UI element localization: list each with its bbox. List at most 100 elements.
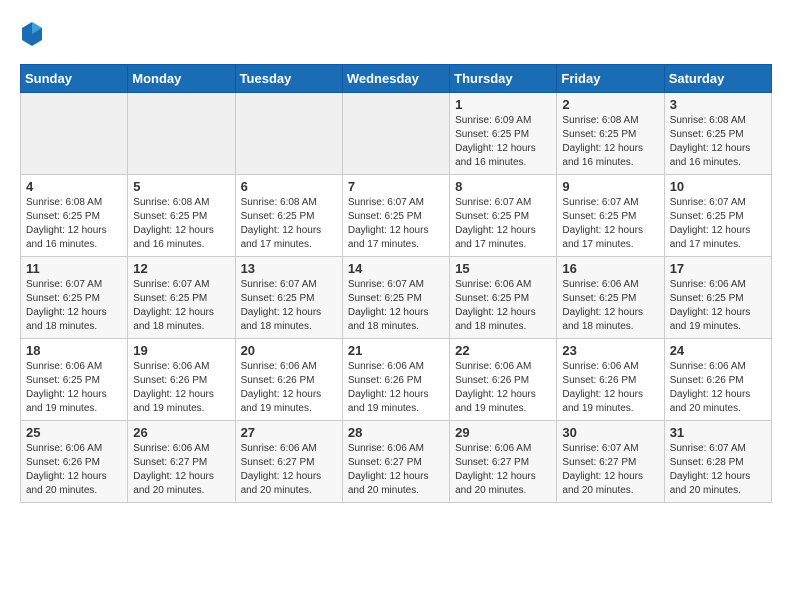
cell-info: Sunrise: 6:07 AM Sunset: 6:27 PM Dayligh…	[562, 442, 658, 498]
calendar-cell: 27 Sunrise: 6:06 AM Sunset: 6:27 PM Dayli…	[235, 421, 342, 503]
cell-info: Sunrise: 6:06 AM Sunset: 6:25 PM Dayligh…	[562, 278, 658, 334]
cell-info: Sunrise: 6:07 AM Sunset: 6:25 PM Dayligh…	[26, 278, 122, 334]
cell-info: Sunrise: 6:08 AM Sunset: 6:25 PM Dayligh…	[133, 196, 229, 252]
calendar-cell: 3 Sunrise: 6:08 AM Sunset: 6:25 PM Daylig…	[664, 93, 771, 175]
day-number: 19	[133, 343, 229, 358]
calendar-cell: 28 Sunrise: 6:06 AM Sunset: 6:27 PM Dayli…	[342, 421, 449, 503]
day-number: 9	[562, 179, 658, 194]
cell-info: Sunrise: 6:08 AM Sunset: 6:25 PM Dayligh…	[562, 114, 658, 170]
day-number: 8	[455, 179, 551, 194]
day-number: 21	[348, 343, 444, 358]
calendar-cell: 17 Sunrise: 6:06 AM Sunset: 6:25 PM Dayli…	[664, 257, 771, 339]
cell-info: Sunrise: 6:06 AM Sunset: 6:27 PM Dayligh…	[241, 442, 337, 498]
cell-info: Sunrise: 6:06 AM Sunset: 6:26 PM Dayligh…	[26, 442, 122, 498]
calendar-cell: 7 Sunrise: 6:07 AM Sunset: 6:25 PM Daylig…	[342, 175, 449, 257]
calendar-cell: 12 Sunrise: 6:07 AM Sunset: 6:25 PM Dayli…	[128, 257, 235, 339]
cell-info: Sunrise: 6:07 AM Sunset: 6:25 PM Dayligh…	[133, 278, 229, 334]
calendar-cell: 9Sunrise: 6:07 AM Sunset: 6:25 PM Daylig…	[557, 175, 664, 257]
cell-info: Sunrise: 6:07 AM Sunset: 6:25 PM Dayligh…	[348, 196, 444, 252]
day-number: 20	[241, 343, 337, 358]
calendar-week-5: 25 Sunrise: 6:06 AM Sunset: 6:26 PM Dayli…	[21, 421, 772, 503]
day-number: 22	[455, 343, 551, 358]
day-number: 11	[26, 261, 122, 276]
day-number: 26	[133, 425, 229, 440]
cell-info: Sunrise: 6:06 AM Sunset: 6:26 PM Dayligh…	[348, 360, 444, 416]
day-number: 3	[670, 97, 766, 112]
calendar-cell: 18 Sunrise: 6:06 AM Sunset: 6:25 PM Dayli…	[21, 339, 128, 421]
calendar-cell	[235, 93, 342, 175]
day-number: 10	[670, 179, 766, 194]
cell-info: Sunrise: 6:06 AM Sunset: 6:25 PM Dayligh…	[26, 360, 122, 416]
cell-info: Sunrise: 6:08 AM Sunset: 6:25 PM Dayligh…	[670, 114, 766, 170]
calendar-cell: 6Sunrise: 6:08 AM Sunset: 6:25 PM Daylig…	[235, 175, 342, 257]
col-header-tuesday: Tuesday	[235, 65, 342, 93]
day-number: 30	[562, 425, 658, 440]
calendar-cell: 14Sunrise: 6:07 AM Sunset: 6:25 PM Dayli…	[342, 257, 449, 339]
cell-info: Sunrise: 6:06 AM Sunset: 6:26 PM Dayligh…	[562, 360, 658, 416]
calendar-cell: 16 Sunrise: 6:06 AM Sunset: 6:25 PM Dayli…	[557, 257, 664, 339]
calendar-week-2: 4Sunrise: 6:08 AM Sunset: 6:25 PM Daylig…	[21, 175, 772, 257]
col-header-saturday: Saturday	[664, 65, 771, 93]
day-number: 2	[562, 97, 658, 112]
day-number: 17	[670, 261, 766, 276]
cell-info: Sunrise: 6:07 AM Sunset: 6:25 PM Dayligh…	[455, 196, 551, 252]
day-number: 7	[348, 179, 444, 194]
day-number: 5	[133, 179, 229, 194]
calendar-cell: 4Sunrise: 6:08 AM Sunset: 6:25 PM Daylig…	[21, 175, 128, 257]
cell-info: Sunrise: 6:06 AM Sunset: 6:27 PM Dayligh…	[348, 442, 444, 498]
day-number: 25	[26, 425, 122, 440]
calendar-cell: 1 Sunrise: 6:09 AM Sunset: 6:25 PM Daylig…	[450, 93, 557, 175]
cell-info: Sunrise: 6:06 AM Sunset: 6:25 PM Dayligh…	[455, 278, 551, 334]
day-number: 31	[670, 425, 766, 440]
calendar-cell: 21 Sunrise: 6:06 AM Sunset: 6:26 PM Dayli…	[342, 339, 449, 421]
calendar-cell: 30 Sunrise: 6:07 AM Sunset: 6:27 PM Dayli…	[557, 421, 664, 503]
calendar-cell: 15 Sunrise: 6:06 AM Sunset: 6:25 PM Dayli…	[450, 257, 557, 339]
calendar-cell: 23 Sunrise: 6:06 AM Sunset: 6:26 PM Dayli…	[557, 339, 664, 421]
cell-info: Sunrise: 6:06 AM Sunset: 6:26 PM Dayligh…	[455, 360, 551, 416]
day-number: 15	[455, 261, 551, 276]
calendar-week-3: 11 Sunrise: 6:07 AM Sunset: 6:25 PM Dayli…	[21, 257, 772, 339]
calendar-cell	[21, 93, 128, 175]
cell-info: Sunrise: 6:06 AM Sunset: 6:26 PM Dayligh…	[670, 360, 766, 416]
calendar-cell: 31 Sunrise: 6:07 AM Sunset: 6:28 PM Dayli…	[664, 421, 771, 503]
calendar-cell: 29 Sunrise: 6:06 AM Sunset: 6:27 PM Dayli…	[450, 421, 557, 503]
col-header-thursday: Thursday	[450, 65, 557, 93]
day-number: 24	[670, 343, 766, 358]
calendar-cell: 13Sunrise: 6:07 AM Sunset: 6:25 PM Dayli…	[235, 257, 342, 339]
cell-info: Sunrise: 6:06 AM Sunset: 6:27 PM Dayligh…	[133, 442, 229, 498]
cell-info: Sunrise: 6:09 AM Sunset: 6:25 PM Dayligh…	[455, 114, 551, 170]
logo	[20, 20, 48, 48]
col-header-wednesday: Wednesday	[342, 65, 449, 93]
day-number: 18	[26, 343, 122, 358]
cell-info: Sunrise: 6:07 AM Sunset: 6:25 PM Dayligh…	[670, 196, 766, 252]
calendar-cell: 22 Sunrise: 6:06 AM Sunset: 6:26 PM Dayli…	[450, 339, 557, 421]
calendar-cell: 5 Sunrise: 6:08 AM Sunset: 6:25 PM Daylig…	[128, 175, 235, 257]
cell-info: Sunrise: 6:07 AM Sunset: 6:25 PM Dayligh…	[348, 278, 444, 334]
cell-info: Sunrise: 6:06 AM Sunset: 6:26 PM Dayligh…	[133, 360, 229, 416]
day-number: 23	[562, 343, 658, 358]
cell-info: Sunrise: 6:06 AM Sunset: 6:25 PM Dayligh…	[670, 278, 766, 334]
col-header-sunday: Sunday	[21, 65, 128, 93]
calendar-cell: 25 Sunrise: 6:06 AM Sunset: 6:26 PM Dayli…	[21, 421, 128, 503]
day-number: 1	[455, 97, 551, 112]
page-header	[20, 20, 772, 48]
cell-info: Sunrise: 6:06 AM Sunset: 6:26 PM Dayligh…	[241, 360, 337, 416]
day-number: 16	[562, 261, 658, 276]
calendar-cell: 19 Sunrise: 6:06 AM Sunset: 6:26 PM Dayli…	[128, 339, 235, 421]
day-number: 29	[455, 425, 551, 440]
calendar-cell: 26 Sunrise: 6:06 AM Sunset: 6:27 PM Dayli…	[128, 421, 235, 503]
day-number: 27	[241, 425, 337, 440]
day-number: 28	[348, 425, 444, 440]
calendar-cell: 20 Sunrise: 6:06 AM Sunset: 6:26 PM Dayli…	[235, 339, 342, 421]
cell-info: Sunrise: 6:07 AM Sunset: 6:28 PM Dayligh…	[670, 442, 766, 498]
calendar-cell: 2 Sunrise: 6:08 AM Sunset: 6:25 PM Daylig…	[557, 93, 664, 175]
cell-info: Sunrise: 6:06 AM Sunset: 6:27 PM Dayligh…	[455, 442, 551, 498]
day-number: 13	[241, 261, 337, 276]
calendar-cell	[342, 93, 449, 175]
col-header-friday: Friday	[557, 65, 664, 93]
calendar-header-row: SundayMondayTuesdayWednesdayThursdayFrid…	[21, 65, 772, 93]
day-number: 12	[133, 261, 229, 276]
calendar-week-1: 1 Sunrise: 6:09 AM Sunset: 6:25 PM Daylig…	[21, 93, 772, 175]
calendar-cell: 24 Sunrise: 6:06 AM Sunset: 6:26 PM Dayli…	[664, 339, 771, 421]
calendar-cell: 11 Sunrise: 6:07 AM Sunset: 6:25 PM Dayli…	[21, 257, 128, 339]
